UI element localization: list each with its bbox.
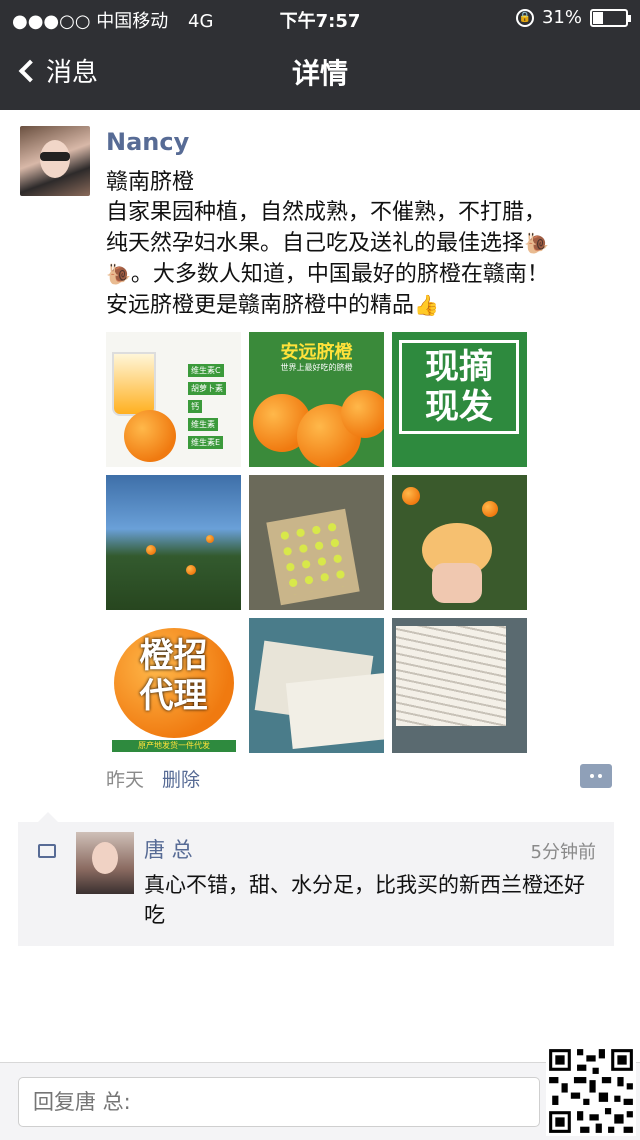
battery-fill xyxy=(593,11,603,24)
image-peeled-orange[interactable] xyxy=(392,475,527,610)
vitamin-tag: 维生素E xyxy=(188,436,224,449)
orange-fruit xyxy=(186,565,196,575)
comment-text[interactable]: 真心不错，甜、水分足，比我买的新西兰橙还好吃 xyxy=(144,870,604,930)
tile-caption: 原产地发货一件代发 xyxy=(112,740,236,752)
image-juice-vitamins[interactable]: 维生素C 胡萝卜素 钙 维生素 维生素E xyxy=(106,332,241,467)
rotation-lock-icon: 🔒 xyxy=(515,8,534,27)
tile-text-box: 现摘 现发 xyxy=(399,340,519,434)
post-line: 🐌。大多数人知道，中国最好的脐橙在赣南！ xyxy=(106,259,626,290)
tile-line: 代理 xyxy=(139,676,208,716)
post-line: 纯天然孕妇水果。自己吃及送礼的最佳选择🐌 xyxy=(106,228,626,259)
top-bar: ●●●○○ 中国移动 4G 下午7:57 🔒 31% 消息 详情 xyxy=(0,0,640,110)
snail-icon: 🐌 xyxy=(524,231,549,255)
status-bar: ●●●○○ 中国移动 4G 下午7:57 🔒 31% xyxy=(0,0,640,36)
tile-text: 橙招 代理 xyxy=(106,636,241,716)
author-avatar[interactable] xyxy=(20,126,90,196)
orange-slice xyxy=(124,410,176,462)
receipt-stack xyxy=(396,626,506,726)
comment-section: 唐 总 5分钟前 真心不错，甜、水分足，比我买的新西兰橙还好吃 xyxy=(18,812,614,946)
orange-fruit xyxy=(482,501,498,517)
author-name[interactable]: Nancy xyxy=(106,128,189,156)
vitamin-tag: 胡萝卜素 xyxy=(188,382,226,395)
receipt xyxy=(285,672,384,750)
post-time: 昨天 xyxy=(106,769,145,791)
post-meta: 昨天 删除 xyxy=(106,765,200,792)
tile-line: 现发 xyxy=(425,387,493,427)
green-oranges xyxy=(275,517,351,597)
image-orange-tree[interactable] xyxy=(106,475,241,610)
reply-input[interactable] xyxy=(18,1077,540,1127)
orange-fruit xyxy=(341,390,384,438)
reply-bar xyxy=(0,1063,640,1140)
page-title: 详情 xyxy=(291,57,348,90)
hand xyxy=(432,563,482,603)
delete-button[interactable]: 删除 xyxy=(162,765,200,792)
post-line-text: 安远脐橙更是赣南脐橙中的精品 xyxy=(106,293,415,318)
thumbs-up-icon: 👍 xyxy=(414,293,439,317)
image-receipt-stack[interactable] xyxy=(392,618,527,753)
orange-fruit xyxy=(206,535,214,543)
avatar-glasses xyxy=(40,152,70,161)
post-line-text: 纯天然孕妇水果。自己吃及送礼的最佳选择 xyxy=(106,231,525,256)
tile-subtitle: 世界上最好吃的脐橙 xyxy=(280,363,353,372)
comment-icon xyxy=(38,844,56,858)
battery-percent: 31% xyxy=(541,7,582,28)
post-line: 自家果园种植，自然成熟，不催熟，不打腊， xyxy=(106,200,547,225)
nav-bar: 消息 详情 xyxy=(0,36,640,110)
commenter-avatar[interactable] xyxy=(76,832,134,894)
vitamin-tag: 维生素 xyxy=(188,418,218,431)
post-line: 赣南脐橙 xyxy=(106,170,195,195)
commenter-name[interactable]: 唐 总 xyxy=(144,834,193,864)
orange-fruit xyxy=(146,545,156,555)
image-recruit-agents[interactable]: 橙招 代理 原产地发货一件代发 xyxy=(106,618,241,753)
snail-icon: 🐌 xyxy=(106,262,131,286)
vitamin-tag: 钙 xyxy=(188,400,202,413)
image-grid: 维生素C 胡萝卜素 钙 维生素 维生素E 安远脐橙 世界上最好吃的脐橙 现摘 现… xyxy=(106,332,528,754)
tile-line: 橙招 xyxy=(139,636,208,676)
avatar-face xyxy=(92,842,118,874)
qr-code-graphic xyxy=(546,1046,636,1136)
image-anyuan-orange[interactable]: 安远脐橙 世界上最好吃的脐橙 xyxy=(249,332,384,467)
juice-glass xyxy=(112,352,156,416)
image-shipping-receipts[interactable] xyxy=(249,618,384,753)
battery-icon xyxy=(590,8,631,27)
post-text: 赣南脐橙 自家果园种植，自然成熟，不催熟，不打腊， 纯天然孕妇水果。自己吃及送礼… xyxy=(106,168,626,321)
tile-line: 现摘 xyxy=(425,347,493,387)
orange-fruit xyxy=(402,487,420,505)
post-line-text: 。大多数人知道，中国最好的脐橙在赣南！ xyxy=(130,262,549,287)
comment-time: 5分钟前 xyxy=(530,842,596,863)
tile-title: 安远脐橙 xyxy=(280,342,353,363)
post-line: 安远脐橙更是赣南脐橙中的精品👍 xyxy=(106,290,626,321)
qr-code-icon xyxy=(546,1046,636,1136)
comment-more-button[interactable] xyxy=(580,764,612,788)
comment-pointer xyxy=(38,812,58,822)
vitamin-tag: 维生素C xyxy=(188,364,224,377)
image-orange-box[interactable] xyxy=(249,475,384,610)
status-right: 🔒 31% xyxy=(515,7,631,28)
image-fresh-picked[interactable]: 现摘 现发 xyxy=(392,332,527,467)
